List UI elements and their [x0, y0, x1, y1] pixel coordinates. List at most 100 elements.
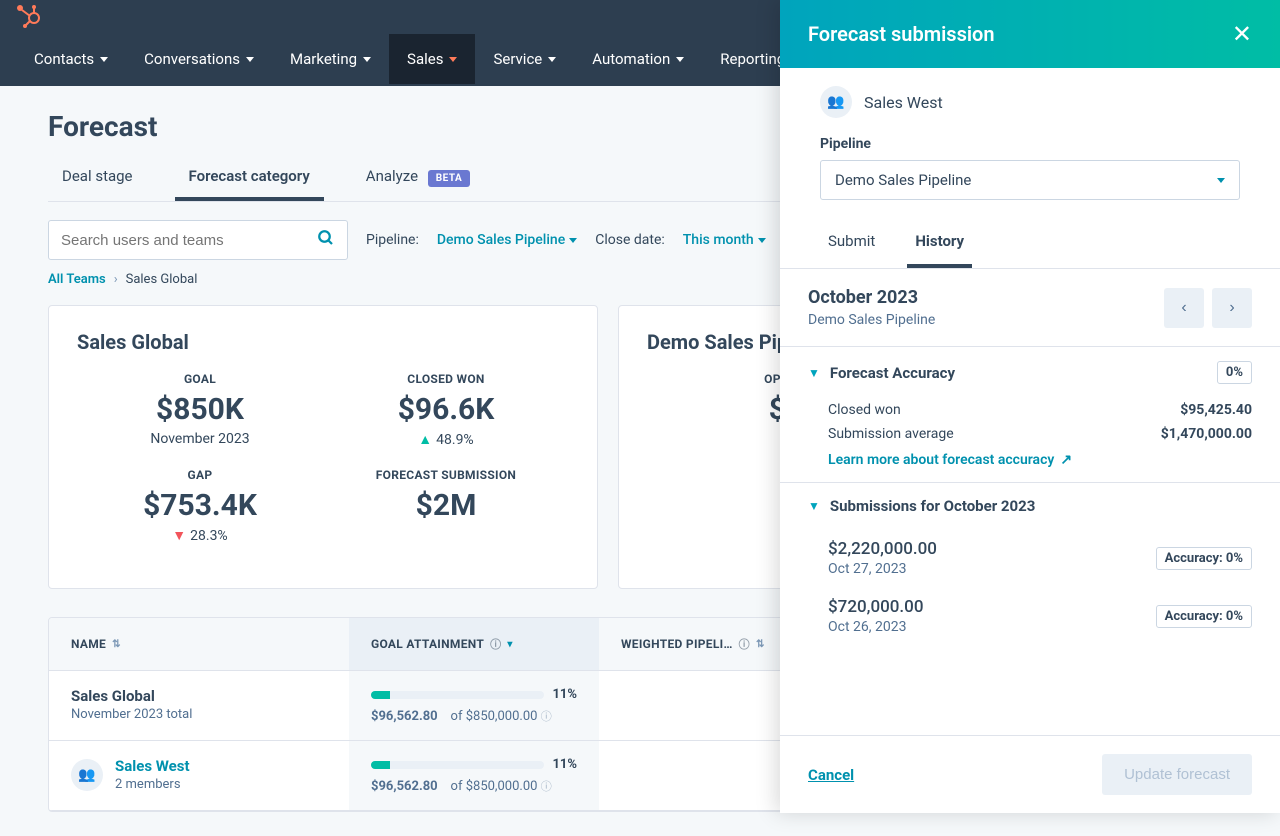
achieved: $96,562.80	[371, 779, 438, 794]
panel-title: Forecast submission	[808, 22, 995, 46]
cell-name: 👥Sales West2 members	[49, 741, 349, 810]
next-month-button[interactable]: ›	[1212, 288, 1252, 328]
info-icon: ⓘ	[541, 780, 552, 793]
goal-metric: GOAL $850K November 2023	[77, 372, 323, 448]
nav-contacts[interactable]: Contacts	[16, 34, 126, 84]
section-title: Submissions for October 2023	[830, 497, 1252, 515]
beta-badge: BETA	[428, 170, 471, 187]
nav-sales[interactable]: Sales	[389, 34, 475, 84]
nav-service[interactable]: Service	[475, 34, 574, 84]
sort-down-icon: ▾	[507, 639, 512, 650]
month-sub: Demo Sales Pipeline	[808, 312, 935, 328]
triangle-down-icon: ▼	[172, 527, 186, 544]
closed-won-row: Closed won $95,425.40	[780, 398, 1280, 422]
nav-label: Contacts	[34, 50, 94, 68]
team-row: 👥 Sales West	[820, 86, 1240, 118]
row-name[interactable]: Sales West	[115, 757, 190, 775]
chevron-down-icon	[449, 57, 457, 62]
chevron-down-icon	[100, 57, 108, 62]
kv-value: $1,470,000.00	[1161, 426, 1252, 442]
panel-tabs: Submit History	[780, 218, 1280, 269]
kv-label: Submission average	[828, 426, 954, 442]
nav-label: Automation	[592, 50, 670, 68]
tab-analyze[interactable]: Analyze BETA	[352, 155, 485, 201]
progress-bar	[371, 691, 544, 699]
metric-sub: November 2023	[77, 431, 323, 447]
learn-more-link[interactable]: Learn more about forecast accuracy ↗	[780, 446, 1280, 482]
forecast-submission-metric: FORECAST SUBMISSION $2M	[323, 468, 569, 544]
cancel-link[interactable]: Cancel	[808, 766, 854, 784]
search-box[interactable]	[48, 220, 348, 260]
kv-label: Closed won	[828, 402, 901, 418]
pipeline-value: Demo Sales Pipeline	[437, 232, 565, 248]
metric-delta: ▼28.3%	[77, 527, 323, 544]
cell-name: Sales GlobalNovember 2023 total	[49, 671, 349, 740]
close-date-label: Close date:	[595, 232, 665, 248]
prev-month-button[interactable]: ‹	[1164, 288, 1204, 328]
th-goal-attainment[interactable]: GOAL ATTAINMENTⓘ▾	[349, 618, 599, 670]
tab-deal-stage[interactable]: Deal stage	[48, 155, 147, 201]
nav-label: Reporting	[720, 50, 785, 68]
submissions-section: ▼ Submissions for October 2023	[780, 483, 1280, 529]
nav-label: Service	[493, 50, 542, 68]
submission-amount: $720,000.00	[828, 597, 923, 617]
accuracy-badge: Accuracy: 0%	[1156, 605, 1252, 628]
metric-value: $753.4K	[77, 488, 323, 523]
nav-label: Conversations	[144, 50, 240, 68]
chevron-right-icon: ›	[114, 272, 118, 287]
sort-icon: ⇅	[756, 639, 765, 650]
of-goal: of $850,000.00	[451, 779, 538, 794]
metric-value: $2M	[323, 488, 569, 523]
breadcrumb-current: Sales Global	[126, 272, 198, 287]
month-selector: October 2023 Demo Sales Pipeline ‹ ›	[780, 269, 1280, 346]
metric-label: GOAL	[77, 372, 323, 386]
update-forecast-button[interactable]: Update forecast	[1102, 754, 1252, 795]
metric-value: $96.6K	[323, 392, 569, 427]
team-avatar-icon: 👥	[820, 86, 852, 118]
progress-bar	[371, 761, 544, 769]
chevron-down-icon	[676, 57, 684, 62]
submission-date: Oct 27, 2023	[828, 561, 937, 577]
accuracy-badge: Accuracy: 0%	[1156, 547, 1252, 570]
submission-date: Oct 26, 2023	[828, 619, 923, 635]
row-sub: 2 members	[115, 777, 190, 792]
card-title: Sales Global	[77, 330, 569, 354]
info-icon: ⓘ	[541, 710, 552, 723]
pipeline-filter[interactable]: Demo Sales Pipeline	[437, 232, 577, 248]
month-title: October 2023	[808, 287, 935, 308]
cell-goal: 11%$96,562.80 of $850,000.00 ⓘ	[349, 671, 599, 740]
caret-down-icon[interactable]: ▼	[808, 499, 820, 513]
percent: 11%	[552, 757, 577, 772]
submission-item: $2,220,000.00Oct 27, 2023Accuracy: 0%	[780, 529, 1280, 587]
cell-goal: 11% $96,562.80 of $850,000.00 ⓘ	[349, 741, 599, 810]
pipeline-field-label: Pipeline	[820, 136, 1240, 152]
caret-down-icon[interactable]: ▼	[808, 366, 820, 380]
triangle-up-icon: ▲	[418, 431, 432, 448]
pipeline-label: Pipeline:	[366, 232, 419, 248]
metric-delta: ▲48.9%	[323, 431, 569, 448]
th-name[interactable]: NAME⇅	[49, 618, 349, 670]
nav-label: Marketing	[290, 50, 357, 68]
forecast-submission-panel: Forecast submission ✕ 👥 Sales West Pipel…	[780, 0, 1280, 813]
search-icon[interactable]	[317, 229, 335, 252]
search-input[interactable]	[61, 232, 317, 249]
nav-marketing[interactable]: Marketing	[272, 34, 389, 84]
row-name: Sales Global	[71, 687, 192, 705]
close-icon[interactable]: ✕	[1232, 20, 1252, 48]
close-date-filter[interactable]: This month	[683, 232, 766, 248]
tab-history[interactable]: History	[907, 218, 972, 268]
panel-body: 👥 Sales West Pipeline Demo Sales Pipelin…	[780, 68, 1280, 735]
pipeline-select[interactable]: Demo Sales Pipeline	[820, 160, 1240, 200]
nav-conversations[interactable]: Conversations	[126, 34, 272, 84]
metric-label: FORECAST SUBMISSION	[323, 468, 569, 482]
metric-label: CLOSED WON	[323, 372, 569, 386]
tab-submit[interactable]: Submit	[820, 218, 883, 268]
close-date-value: This month	[683, 232, 754, 248]
breadcrumb-root[interactable]: All Teams	[48, 272, 106, 287]
submission-item: $720,000.00 Oct 26, 2023 Accuracy: 0%	[780, 587, 1280, 645]
nav-automation[interactable]: Automation	[574, 34, 702, 84]
info-icon: ⓘ	[739, 636, 750, 652]
tab-label: Analyze	[366, 167, 418, 185]
tab-forecast-category[interactable]: Forecast category	[175, 155, 324, 201]
panel-footer: Cancel Update forecast	[780, 735, 1280, 813]
